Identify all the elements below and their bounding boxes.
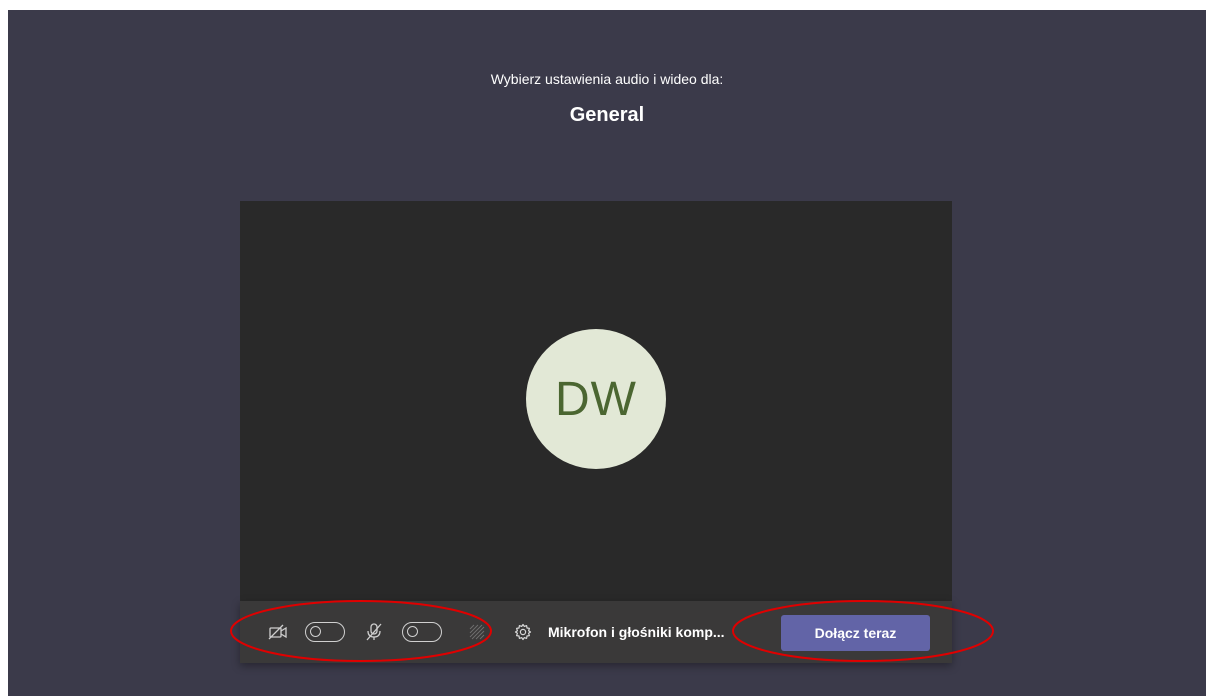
gear-icon[interactable] <box>514 601 532 663</box>
mic-off-icon <box>365 601 383 663</box>
mic-toggle[interactable] <box>402 622 442 642</box>
device-controls-bar: Mikrofon i głośniki komp... Dołącz teraz <box>240 601 952 663</box>
background-blur-icon <box>468 601 486 663</box>
camera-toggle[interactable] <box>305 622 345 642</box>
avatar: DW <box>526 329 666 469</box>
device-settings-button[interactable]: Mikrofon i głośniki komp... <box>548 622 725 642</box>
mic-toggle-knob <box>407 626 418 637</box>
camera-off-icon <box>268 601 288 663</box>
camera-toggle-knob <box>310 626 321 637</box>
prejoin-subtitle: Wybierz ustawienia audio i wideo dla: <box>490 71 724 87</box>
join-now-button[interactable]: Dołącz teraz <box>781 615 930 651</box>
prejoin-screen: Wybierz ustawienia audio i wideo dla: Ge… <box>8 10 1206 696</box>
meeting-title: General <box>569 104 645 126</box>
video-preview: DW <box>240 201 952 601</box>
